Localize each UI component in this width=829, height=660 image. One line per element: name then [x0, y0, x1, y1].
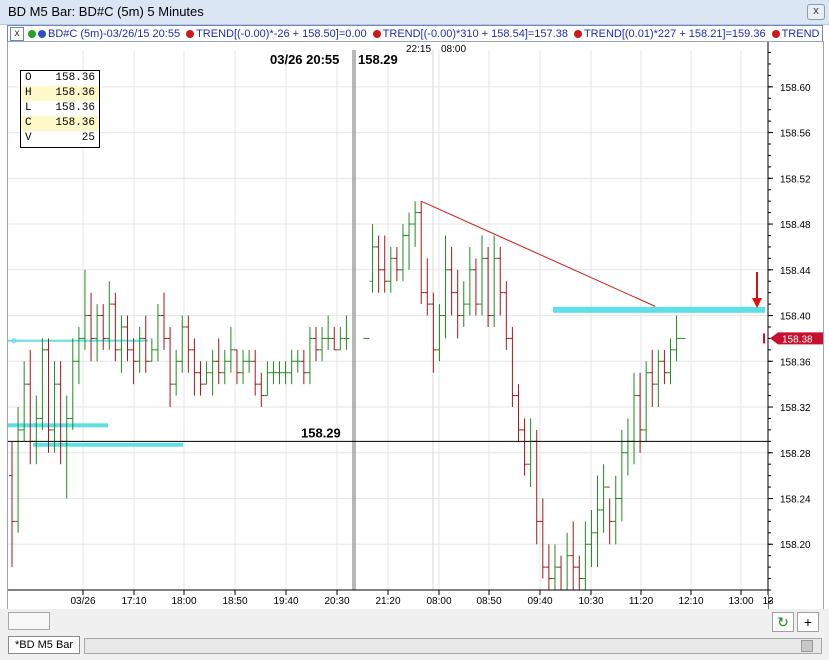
session-time-label: 22:15	[406, 44, 431, 55]
trend1-icon	[186, 30, 195, 38]
ohlc-value: 158.36	[55, 72, 95, 84]
cursor-vline	[352, 50, 356, 610]
ohlc-row: C 158.36	[21, 116, 99, 131]
time-scroll-box[interactable]	[8, 612, 50, 630]
ohlc-data-box: O 158.36 H 158.36 L 158.36 C 158.36 V 25	[20, 70, 100, 148]
y-tick-label: 158.20	[780, 540, 811, 551]
y-axis-panel	[768, 42, 823, 610]
x-tick-label: 21:20	[375, 596, 400, 607]
x-tick-label: 20:30	[324, 596, 349, 607]
tab-bd-m5-bar[interactable]: *BD M5 Bar	[8, 636, 81, 654]
chart-area[interactable]: 03/26 20:55158.29158.2922:1508:00Fri03/2…	[7, 41, 824, 611]
level-line	[8, 339, 148, 342]
x-tick-label: 08:50	[476, 596, 501, 607]
x-tick-label: 03/26	[70, 596, 95, 607]
cursor-datetime-label: 03/26 20:55	[270, 52, 339, 67]
ohlc-value: 158.36	[55, 102, 95, 114]
level-line	[553, 306, 765, 313]
ohlc-row: H 158.36	[21, 86, 99, 101]
ohlc-key: V	[25, 132, 32, 144]
level-line	[33, 442, 183, 447]
y-tick-label: 158.24	[780, 495, 811, 506]
trend3-icon	[573, 30, 582, 38]
cursor-price-label: 158.29	[358, 52, 398, 67]
price-chart[interactable]: 03/26 20:55158.29158.2922:1508:00Fri03/2…	[8, 42, 823, 610]
indicator-bar-close-icon[interactable]: x	[10, 27, 24, 41]
cursor-hline-label: 158.29	[301, 425, 341, 440]
ohlc-row: L 158.36	[21, 101, 99, 116]
x-tick-label: 13	[762, 596, 774, 607]
y-tick-label: 158.48	[780, 220, 811, 231]
window-title: BD M5 Bar: BD#C (5m) 5 Minutes	[8, 4, 204, 19]
y-tick-label: 158.28	[780, 449, 811, 460]
x-tick-label: 18:50	[222, 596, 247, 607]
y-tick-label: 158.40	[780, 312, 811, 323]
window-close-button[interactable]: x	[807, 4, 825, 20]
last-price-label: 158.38	[782, 334, 813, 345]
session-time-label: 08:00	[441, 44, 466, 55]
x-tick-label: 13:00	[728, 596, 753, 607]
scrollbar-thumb[interactable]	[801, 640, 813, 652]
y-tick-label: 158.60	[780, 83, 811, 94]
annotation-arrow-head	[752, 298, 762, 308]
ohlc-row: O 158.36	[21, 71, 99, 86]
symbol-label[interactable]: BD#C (5m)-03/26/15 20:55	[48, 28, 180, 40]
trend3-label[interactable]: TREND[(0.01)*227 + 158.21]=159.36	[584, 28, 766, 40]
window-titlebar: BD M5 Bar: BD#C (5m) 5 Minutes x	[0, 0, 829, 25]
x-tick-label: 18:00	[171, 596, 196, 607]
trend2-icon	[372, 30, 381, 38]
refresh-icon[interactable]: ↻	[772, 612, 794, 632]
x-tick-label: 19:40	[273, 596, 298, 607]
bottom-panel: ↻ + *BD M5 Bar	[0, 609, 829, 660]
x-tick-label: 10:30	[578, 596, 603, 607]
ohlc-key: C	[25, 117, 32, 129]
symbol-status-icon	[28, 30, 36, 38]
trend2-label[interactable]: TREND[(-0.00)*310 + 158.54]=157.38	[383, 28, 568, 40]
trend1-label[interactable]: TREND[(-0.00)*-26 + 158.50]=0.00	[196, 28, 367, 40]
ohlc-value: 158.36	[55, 87, 95, 99]
ohlc-value: 158.36	[55, 117, 95, 129]
y-tick-label: 158.32	[780, 403, 811, 414]
y-tick-label: 158.56	[780, 129, 811, 140]
horizontal-scrollbar[interactable]	[84, 638, 822, 654]
x-tick-label: 11:20	[629, 596, 654, 607]
tab-label: *BD M5 Bar	[15, 639, 74, 651]
x-tick-label: 12:10	[678, 596, 703, 607]
ohlc-key: H	[25, 87, 32, 99]
y-tick-label: 158.44	[780, 266, 811, 277]
close-icon: x	[813, 5, 819, 17]
trendline	[420, 200, 656, 307]
trend4-icon	[771, 30, 780, 38]
ohlc-row: V 25	[21, 131, 99, 146]
level-line	[8, 423, 108, 428]
ohlc-value: 25	[81, 132, 95, 144]
x-tick-label: 17:10	[121, 596, 146, 607]
zoom-in-icon[interactable]: +	[797, 612, 819, 632]
ohlc-key: O	[25, 72, 32, 84]
trend4-label[interactable]: TREND	[782, 28, 820, 40]
x-tick-label: 09:40	[527, 596, 552, 607]
ohlc-key: L	[25, 102, 32, 114]
y-tick-label: 158.36	[780, 357, 811, 368]
x-tick-label: 08:00	[426, 596, 451, 607]
y-tick-label: 158.52	[780, 174, 811, 185]
symbol-color-icon	[38, 30, 46, 38]
